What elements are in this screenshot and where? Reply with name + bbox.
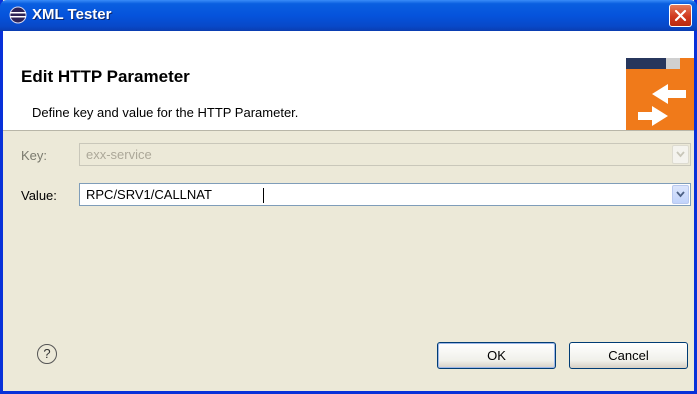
chevron-down-icon <box>676 151 685 158</box>
cancel-button[interactable]: Cancel <box>569 342 688 369</box>
help-icon[interactable]: ? <box>37 344 57 364</box>
exchange-arrows-icon <box>626 31 694 130</box>
key-label: Key: <box>21 148 48 163</box>
text-cursor <box>263 188 264 203</box>
chevron-down-icon <box>676 191 685 198</box>
close-button[interactable] <box>669 4 692 27</box>
value-combo-input[interactable]: RPC/SRV1/CALLNAT <box>86 187 212 202</box>
page-description: Define key and value for the HTTP Parame… <box>32 105 299 120</box>
key-combo: exx-service <box>79 143 691 166</box>
key-dropdown-button <box>672 145 689 164</box>
page-title: Edit HTTP Parameter <box>21 67 190 86</box>
value-label: Value: <box>21 188 57 203</box>
value-combo[interactable]: RPC/SRV1/CALLNAT <box>79 183 691 206</box>
title-bar[interactable]: XML Tester <box>0 0 697 31</box>
key-combo-value: exx-service <box>86 147 152 162</box>
dialog-header: Edit HTTP Parameter Define key and value… <box>3 31 694 131</box>
close-icon <box>674 9 687 22</box>
ok-button[interactable]: OK <box>437 342 556 369</box>
eclipse-icon <box>9 6 27 24</box>
dialog-window: XML Tester Edit HTTP Parameter Define ke… <box>0 0 697 394</box>
value-dropdown-button[interactable] <box>672 185 689 204</box>
window-title: XML Tester <box>32 6 112 23</box>
